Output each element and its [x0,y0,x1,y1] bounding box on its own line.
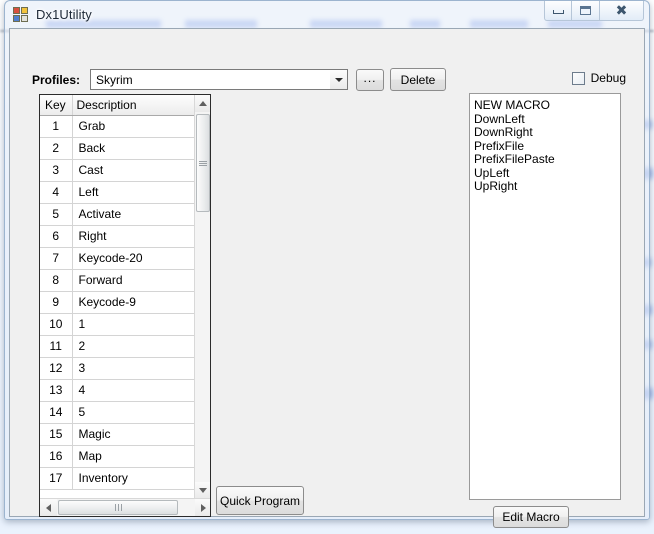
list-item[interactable]: DownRight [474,125,616,140]
debug-checkbox-group[interactable]: Debug [571,71,626,85]
table-row[interactable]: 14 5 [40,401,195,424]
scroll-down-arrow-icon[interactable] [195,482,210,499]
debug-checkbox-label: Debug [590,71,626,85]
table-row[interactable]: 8 Forward [40,269,195,292]
cell-description[interactable]: 2 [72,335,195,358]
column-header-description[interactable]: Description [72,95,195,116]
key-grid-viewport: Key Description 1 Grab 2 Back 3 Cast 4 Left 5 Act… [40,95,195,499]
cell-description[interactable]: Cast [72,159,195,182]
cell-description[interactable]: 5 [72,401,195,424]
table-row[interactable]: 11 2 [40,335,195,358]
cell-description[interactable]: Keycode-20 [72,247,195,270]
key-grid-vertical-scrollbar[interactable] [194,95,210,499]
list-item[interactable]: NEW MACRO [474,98,616,113]
horizontal-scroll-thumb[interactable] [58,500,178,515]
table-row[interactable]: 16 Map [40,445,195,468]
profiles-label: Profiles: [32,73,81,87]
application-window: Dx1Utility ✖ Profiles: Skyrim ... Delete [4,0,650,528]
client-area: Profiles: Skyrim ... Delete Debug Key De… [9,28,645,528]
delete-profile-button[interactable]: Delete [390,68,446,91]
minimize-icon [552,10,564,14]
list-item[interactable]: UpLeft [474,166,616,181]
app-window-icon [13,6,29,23]
table-row[interactable]: 17 Inventory [40,467,195,490]
list-item[interactable]: DownLeft [474,112,616,127]
cell-description[interactable]: Inventory [72,467,195,490]
window-controls: ✖ [544,1,644,21]
cell-key[interactable]: 13 [40,379,73,402]
cell-key[interactable]: 12 [40,357,73,380]
cell-description[interactable]: 3 [72,357,195,380]
cell-key[interactable]: 9 [40,291,73,314]
quick-program-button[interactable]: Quick Program [216,486,304,515]
maximize-icon [580,6,591,15]
scroll-left-arrow-icon[interactable] [40,499,57,516]
key-grid-header-row: Key Description [40,95,195,116]
cell-key[interactable]: 10 [40,313,73,336]
key-grid-horizontal-scrollbar[interactable] [40,498,210,516]
list-item[interactable]: PrefixFilePaste [474,152,616,167]
minimize-button[interactable] [544,1,572,21]
cell-key[interactable]: 16 [40,445,73,468]
list-item[interactable]: PrefixFile [474,139,616,154]
table-row[interactable]: 2 Back [40,137,195,160]
window-title: Dx1Utility [36,7,92,22]
scroll-right-arrow-icon[interactable] [195,499,210,516]
cell-key[interactable]: 15 [40,423,73,446]
table-row[interactable]: 5 Activate [40,203,195,226]
table-row[interactable]: 15 Magic [40,423,195,446]
cell-key[interactable]: 2 [40,137,73,160]
cell-description[interactable]: 4 [72,379,195,402]
cell-key[interactable]: 14 [40,401,73,424]
edit-macro-button[interactable]: Edit Macro [493,506,569,528]
cell-key[interactable]: 7 [40,247,73,270]
cell-description[interactable]: Keycode-9 [72,291,195,314]
close-icon: ✖ [615,2,628,19]
cell-description[interactable]: Right [72,225,195,248]
title-bar[interactable]: Dx1Utility ✖ [9,1,645,28]
table-row[interactable]: 9 Keycode-9 [40,291,195,314]
cell-description[interactable]: 1 [72,313,195,336]
key-grid-table: Key Description 1 Grab 2 Back 3 Cast 4 Left 5 Act… [40,95,195,490]
table-row[interactable]: 3 Cast [40,159,195,182]
cell-key[interactable]: 8 [40,269,73,292]
close-button[interactable]: ✖ [600,1,644,21]
maximize-button[interactable] [572,1,600,21]
cell-description[interactable]: Grab [72,115,195,138]
table-row[interactable]: 4 Left [40,181,195,204]
cell-key[interactable]: 5 [40,203,73,226]
macro-listbox[interactable]: NEW MACRO DownLeft DownRight PrefixFile Pref… [469,93,621,500]
cell-key[interactable]: 1 [40,115,73,138]
chevron-down-icon[interactable] [330,70,347,89]
cell-description[interactable]: Map [72,445,195,468]
cell-description[interactable]: Forward [72,269,195,292]
cell-key[interactable]: 17 [40,467,73,490]
profile-combobox-value: Skyrim [96,72,133,87]
table-row[interactable]: 7 Keycode-20 [40,247,195,270]
vertical-scroll-thumb[interactable] [196,114,210,212]
cell-key[interactable]: 11 [40,335,73,358]
list-item[interactable]: UpRight [474,179,616,194]
cell-description[interactable]: Back [72,137,195,160]
cell-description[interactable]: Magic [72,423,195,446]
profile-combobox[interactable]: Skyrim [90,69,348,90]
browse-profile-button[interactable]: ... [356,69,384,91]
cell-key[interactable]: 3 [40,159,73,182]
table-row[interactable]: 10 1 [40,313,195,336]
table-row[interactable]: 6 Right [40,225,195,248]
table-row[interactable]: 12 3 [40,357,195,380]
debug-checkbox[interactable] [571,71,585,85]
column-header-key[interactable]: Key [40,95,73,116]
cell-key[interactable]: 4 [40,181,73,204]
cell-description[interactable]: Activate [72,203,195,226]
scroll-up-arrow-icon[interactable] [195,95,210,112]
key-grid[interactable]: Key Description 1 Grab 2 Back 3 Cast 4 Left 5 Act… [39,94,211,517]
key-grid-body: 1 Grab 2 Back 3 Cast 4 Left 5 Activate 6 Right 7 Keyc… [40,115,195,490]
table-row[interactable]: 13 4 [40,379,195,402]
cell-description[interactable]: Left [72,181,195,204]
table-row[interactable]: 1 Grab [40,115,195,138]
cell-key[interactable]: 6 [40,225,73,248]
